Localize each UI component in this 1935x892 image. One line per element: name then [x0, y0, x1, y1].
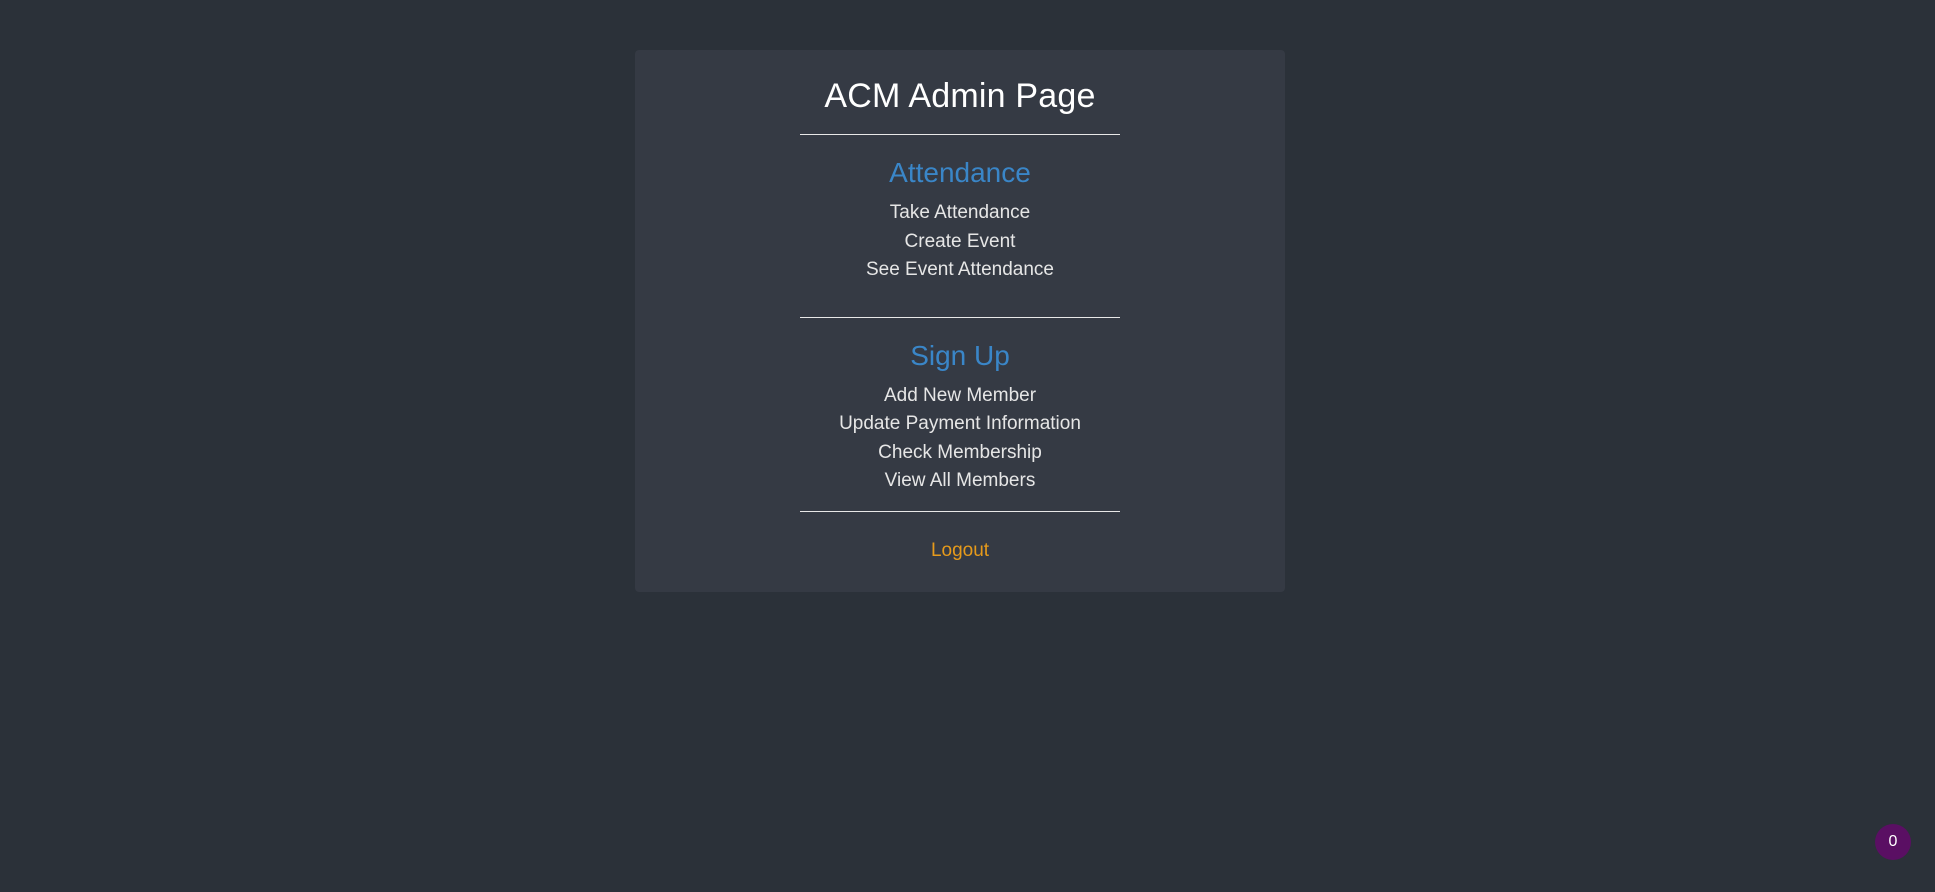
see-event-attendance-link[interactable]: See Event Attendance: [866, 259, 1054, 280]
divider: [800, 510, 1120, 512]
attendance-heading: Attendance: [889, 157, 1031, 188]
take-attendance-link[interactable]: Take Attendance: [890, 202, 1031, 223]
list-item: Update Payment Information: [635, 410, 1285, 439]
list-item: Create Event: [635, 228, 1285, 257]
check-membership-link[interactable]: Check Membership: [878, 442, 1042, 463]
page: ACM Admin Page Attendance Take Attendanc…: [0, 0, 1935, 892]
divider: [800, 316, 1120, 318]
add-new-member-link[interactable]: Add New Member: [884, 385, 1036, 406]
update-payment-information-link[interactable]: Update Payment Information: [839, 413, 1081, 434]
signup-links: Add New Member Update Payment Informatio…: [635, 382, 1285, 496]
list-item: Take Attendance: [635, 199, 1285, 228]
divider: [800, 134, 1120, 135]
view-all-members-link[interactable]: View All Members: [885, 470, 1036, 491]
list-item: Check Membership: [635, 439, 1285, 468]
create-event-link[interactable]: Create Event: [905, 231, 1016, 252]
list-item: Add New Member: [635, 382, 1285, 411]
list-item: See Event Attendance: [635, 256, 1285, 285]
signup-heading: Sign Up: [910, 339, 1010, 371]
page-title: ACM Admin Page: [824, 77, 1096, 115]
attendance-links: Take Attendance Create Event See Event A…: [635, 199, 1285, 285]
list-item: View All Members: [635, 467, 1285, 496]
logout-link[interactable]: Logout: [931, 538, 989, 564]
notification-badge[interactable]: 0: [1875, 824, 1911, 860]
admin-card: ACM Admin Page Attendance Take Attendanc…: [635, 50, 1285, 592]
